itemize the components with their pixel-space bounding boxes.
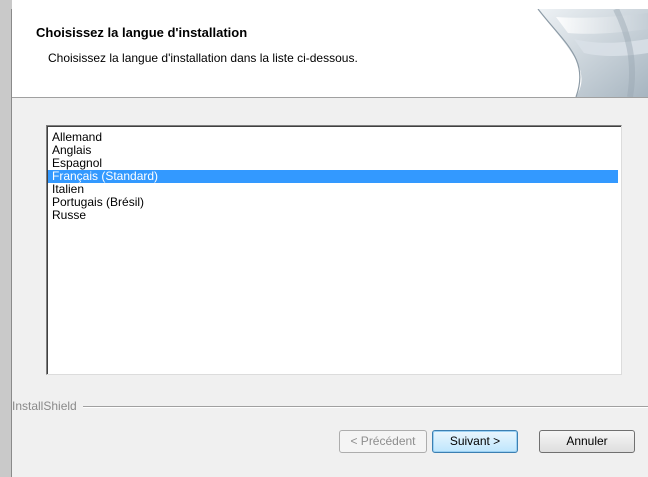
- installshield-brand-label: InstallShield: [12, 399, 83, 413]
- list-item[interactable]: Russe: [48, 209, 618, 222]
- list-item[interactable]: Anglais: [48, 144, 618, 157]
- list-item-selected[interactable]: Français (Standard): [48, 170, 618, 183]
- header-subtitle: Choisissez la langue d'installation dans…: [48, 51, 358, 65]
- list-item[interactable]: Portugais (Brésil): [48, 196, 618, 209]
- cancel-button[interactable]: Annuler: [539, 430, 635, 453]
- next-button[interactable]: Suivant >: [432, 430, 518, 453]
- language-listbox[interactable]: Allemand Anglais Espagnol Français (Stan…: [46, 125, 622, 375]
- installer-banner-graphic-icon: [537, 9, 648, 97]
- brand-separator: InstallShield: [12, 398, 648, 414]
- dialog-header: Choisissez la langue d'installation Choi…: [12, 9, 648, 98]
- back-button[interactable]: < Précédent: [339, 430, 427, 453]
- window-frame-top: [0, 0, 648, 9]
- separator-line: [12, 406, 648, 408]
- header-title: Choisissez la langue d'installation: [36, 25, 248, 40]
- list-item[interactable]: Allemand: [48, 131, 618, 144]
